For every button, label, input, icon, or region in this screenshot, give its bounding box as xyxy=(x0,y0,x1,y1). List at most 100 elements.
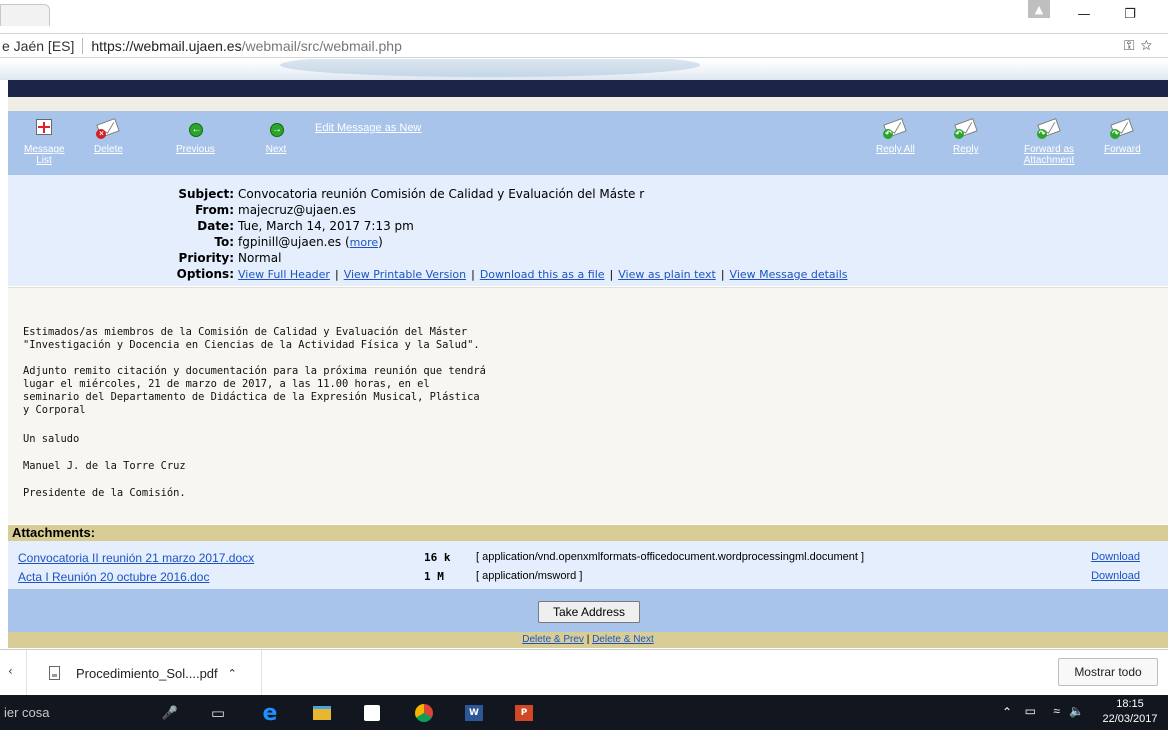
address-bar[interactable]: e Jaén [ES] https://webmail.ujaen.es/web… xyxy=(0,33,1168,58)
options-links: View Full Header | View Printable Version |… xyxy=(238,268,848,281)
restore-icon[interactable]: ❐ xyxy=(1110,0,1150,28)
chrome-icon[interactable] xyxy=(414,703,434,723)
edit-as-new-link[interactable]: Edit Message as New xyxy=(315,122,421,134)
download-item[interactable]: Procedimiento_Sol....pdf ⌃ xyxy=(26,650,262,696)
date-value: Tue, March 14, 2017 7:13 pm xyxy=(238,219,414,233)
profile-icon[interactable]: ▲ xyxy=(1028,0,1050,18)
reply-all-icon: ↶ xyxy=(883,117,908,141)
reply-icon: ↶ xyxy=(953,117,978,141)
body-line: Estimados/as miembros de la Comisión de … xyxy=(23,326,468,338)
from-row: From: majecruz@ujaen.es xyxy=(8,203,356,218)
view-full-header-link[interactable]: View Full Header xyxy=(238,268,330,281)
attachment-size: 16 k xyxy=(424,551,451,564)
url-text[interactable]: https://webmail.ujaen.es/webmail/src/web… xyxy=(91,38,402,54)
attachment-name-link[interactable]: Convocatoria II reunión 21 marzo 2017.do… xyxy=(18,551,254,565)
body-line: Un saludo xyxy=(23,433,80,445)
delete-nav-bar: Delete & Prev | Delete & Next xyxy=(8,632,1168,648)
delete-button[interactable]: × Delete xyxy=(94,117,123,155)
attachment-row: Acta I Reunión 20 octubre 2016.doc 1 M [… xyxy=(8,570,1168,588)
reply-button[interactable]: ↶ Reply xyxy=(953,117,979,155)
battery-icon[interactable]: ▭ xyxy=(1025,704,1036,718)
forward-as-attachment-label: Forward as Attachment xyxy=(1023,144,1075,166)
chevron-up-icon[interactable]: ⌃ xyxy=(1002,705,1012,719)
reply-label: Reply xyxy=(953,144,979,155)
subject-label: Subject: xyxy=(178,187,234,201)
previous-button[interactable]: ← Previous xyxy=(176,117,215,155)
volume-icon[interactable]: 🔈 xyxy=(1069,704,1084,718)
microphone-icon[interactable]: 🎤 xyxy=(160,703,180,723)
subject-value: Convocatoria reunión Comisión de Calidad… xyxy=(238,187,645,201)
delete-label: Delete xyxy=(94,144,123,155)
star-icon[interactable]: ☆ xyxy=(1141,37,1158,53)
from-label: From: xyxy=(195,203,234,217)
priority-label: Priority: xyxy=(178,251,234,265)
nav-spacer xyxy=(8,97,1168,111)
webmail-nav-bar xyxy=(8,80,1168,97)
next-button[interactable]: → Next xyxy=(264,117,288,155)
page-banner xyxy=(0,59,1168,80)
attachment-download-link[interactable]: Download xyxy=(1091,570,1140,582)
show-all-downloads-button[interactable]: Mostrar todo xyxy=(1058,658,1158,686)
next-icon: → xyxy=(270,123,284,137)
body-line: Adjunto remito citación y documentación … xyxy=(23,365,486,377)
file-explorer-icon[interactable] xyxy=(312,703,332,723)
message-list-button[interactable]: Message List xyxy=(24,117,65,166)
shelf-scroll-left-icon[interactable]: ‹ xyxy=(8,664,13,678)
reply-all-button[interactable]: ↶ Reply All xyxy=(876,117,915,155)
previous-icon: ← xyxy=(189,123,204,137)
options-row: Options: View Full Header | View Printable… xyxy=(8,267,848,282)
task-view-icon[interactable]: ▭ xyxy=(208,703,228,723)
reply-all-label: Reply All xyxy=(876,144,915,155)
clock-date: 22/03/2017 xyxy=(1102,713,1158,725)
to-label: To: xyxy=(214,235,234,249)
view-message-details-link[interactable]: View Message details xyxy=(730,268,848,281)
date-row: Date: Tue, March 14, 2017 7:13 pm xyxy=(8,219,414,234)
next-label: Next xyxy=(265,144,287,155)
to-row: To: fgpinill@ujaen.es (more) xyxy=(8,235,382,250)
delete-next-link[interactable]: Delete & Next xyxy=(592,634,654,645)
chevron-up-icon[interactable]: ⌃ xyxy=(228,667,237,680)
site-identity[interactable]: e Jaén [ES] xyxy=(0,38,74,54)
taskbar-search-box[interactable]: ier cosa xyxy=(0,695,150,730)
browser-tab[interactable] xyxy=(0,4,50,26)
subject-row: Subject: Convocatoria reunión Comisión d… xyxy=(8,187,644,202)
attachments-list: Convocatoria II reunión 21 marzo 2017.do… xyxy=(8,541,1168,589)
word-icon[interactable]: W xyxy=(464,703,484,723)
wifi-icon[interactable]: ≈ xyxy=(1053,704,1060,718)
forward-button[interactable]: ↷ Forward xyxy=(1104,117,1141,155)
clock-time: 18:15 xyxy=(1116,698,1144,710)
take-address-button[interactable]: Take Address xyxy=(538,601,640,623)
view-plain-text-link[interactable]: View as plain text xyxy=(618,268,716,281)
previous-label: Previous xyxy=(176,144,215,155)
powerpoint-icon[interactable]: P xyxy=(514,703,534,723)
attachment-name-link[interactable]: Acta I Reunión 20 octubre 2016.doc xyxy=(18,570,209,584)
attachment-row: Convocatoria II reunión 21 marzo 2017.do… xyxy=(8,551,1168,569)
message-list-icon xyxy=(32,117,56,141)
attachments-heading: Attachments: xyxy=(8,525,1168,541)
forward-as-attachment-icon: ↷ xyxy=(1037,117,1061,141)
taskbar-clock[interactable]: 18:15 22/03/2017 xyxy=(1100,697,1160,727)
options-label: Options: xyxy=(176,267,234,281)
url-host: https://webmail.ujaen.es xyxy=(91,37,242,54)
download-as-file-link[interactable]: Download this as a file xyxy=(480,268,605,281)
minimize-icon[interactable]: — xyxy=(1064,0,1104,28)
key-icon[interactable]: ⚿ xyxy=(1124,37,1141,53)
windows-taskbar: ier cosa 🎤 ▭ e W P ⌃ ▭ ≈ 🔈 18:15 22/03/2… xyxy=(0,695,1168,730)
url-path: /webmail/src/webmail.php xyxy=(241,37,402,54)
address-separator xyxy=(82,37,84,54)
download-filename: Procedimiento_Sol....pdf xyxy=(76,665,218,681)
attachment-download-link[interactable]: Download xyxy=(1091,551,1140,563)
attachment-size: 1 M xyxy=(424,570,444,583)
view-printable-version-link[interactable]: View Printable Version xyxy=(344,268,466,281)
body-line: Presidente de la Comisión. xyxy=(23,487,186,499)
body-line: lugar el miércoles, 21 de marzo de 2017,… xyxy=(23,378,430,390)
message-list-label: Message List xyxy=(24,144,65,166)
body-line: "Investigación y Docencia en Ciencias de… xyxy=(23,339,480,351)
more-link[interactable]: more xyxy=(350,236,379,249)
edge-browser-icon[interactable]: e xyxy=(260,701,280,726)
body-line: seminario del Departamento de Didáctica … xyxy=(23,391,480,403)
forward-as-attachment-button[interactable]: ↷ Forward as Attachment xyxy=(1014,117,1084,166)
delete-prev-link[interactable]: Delete & Prev xyxy=(522,634,584,645)
browser-tab-strip: ▲ — ❐ xyxy=(0,0,1168,28)
store-icon[interactable] xyxy=(362,703,382,723)
